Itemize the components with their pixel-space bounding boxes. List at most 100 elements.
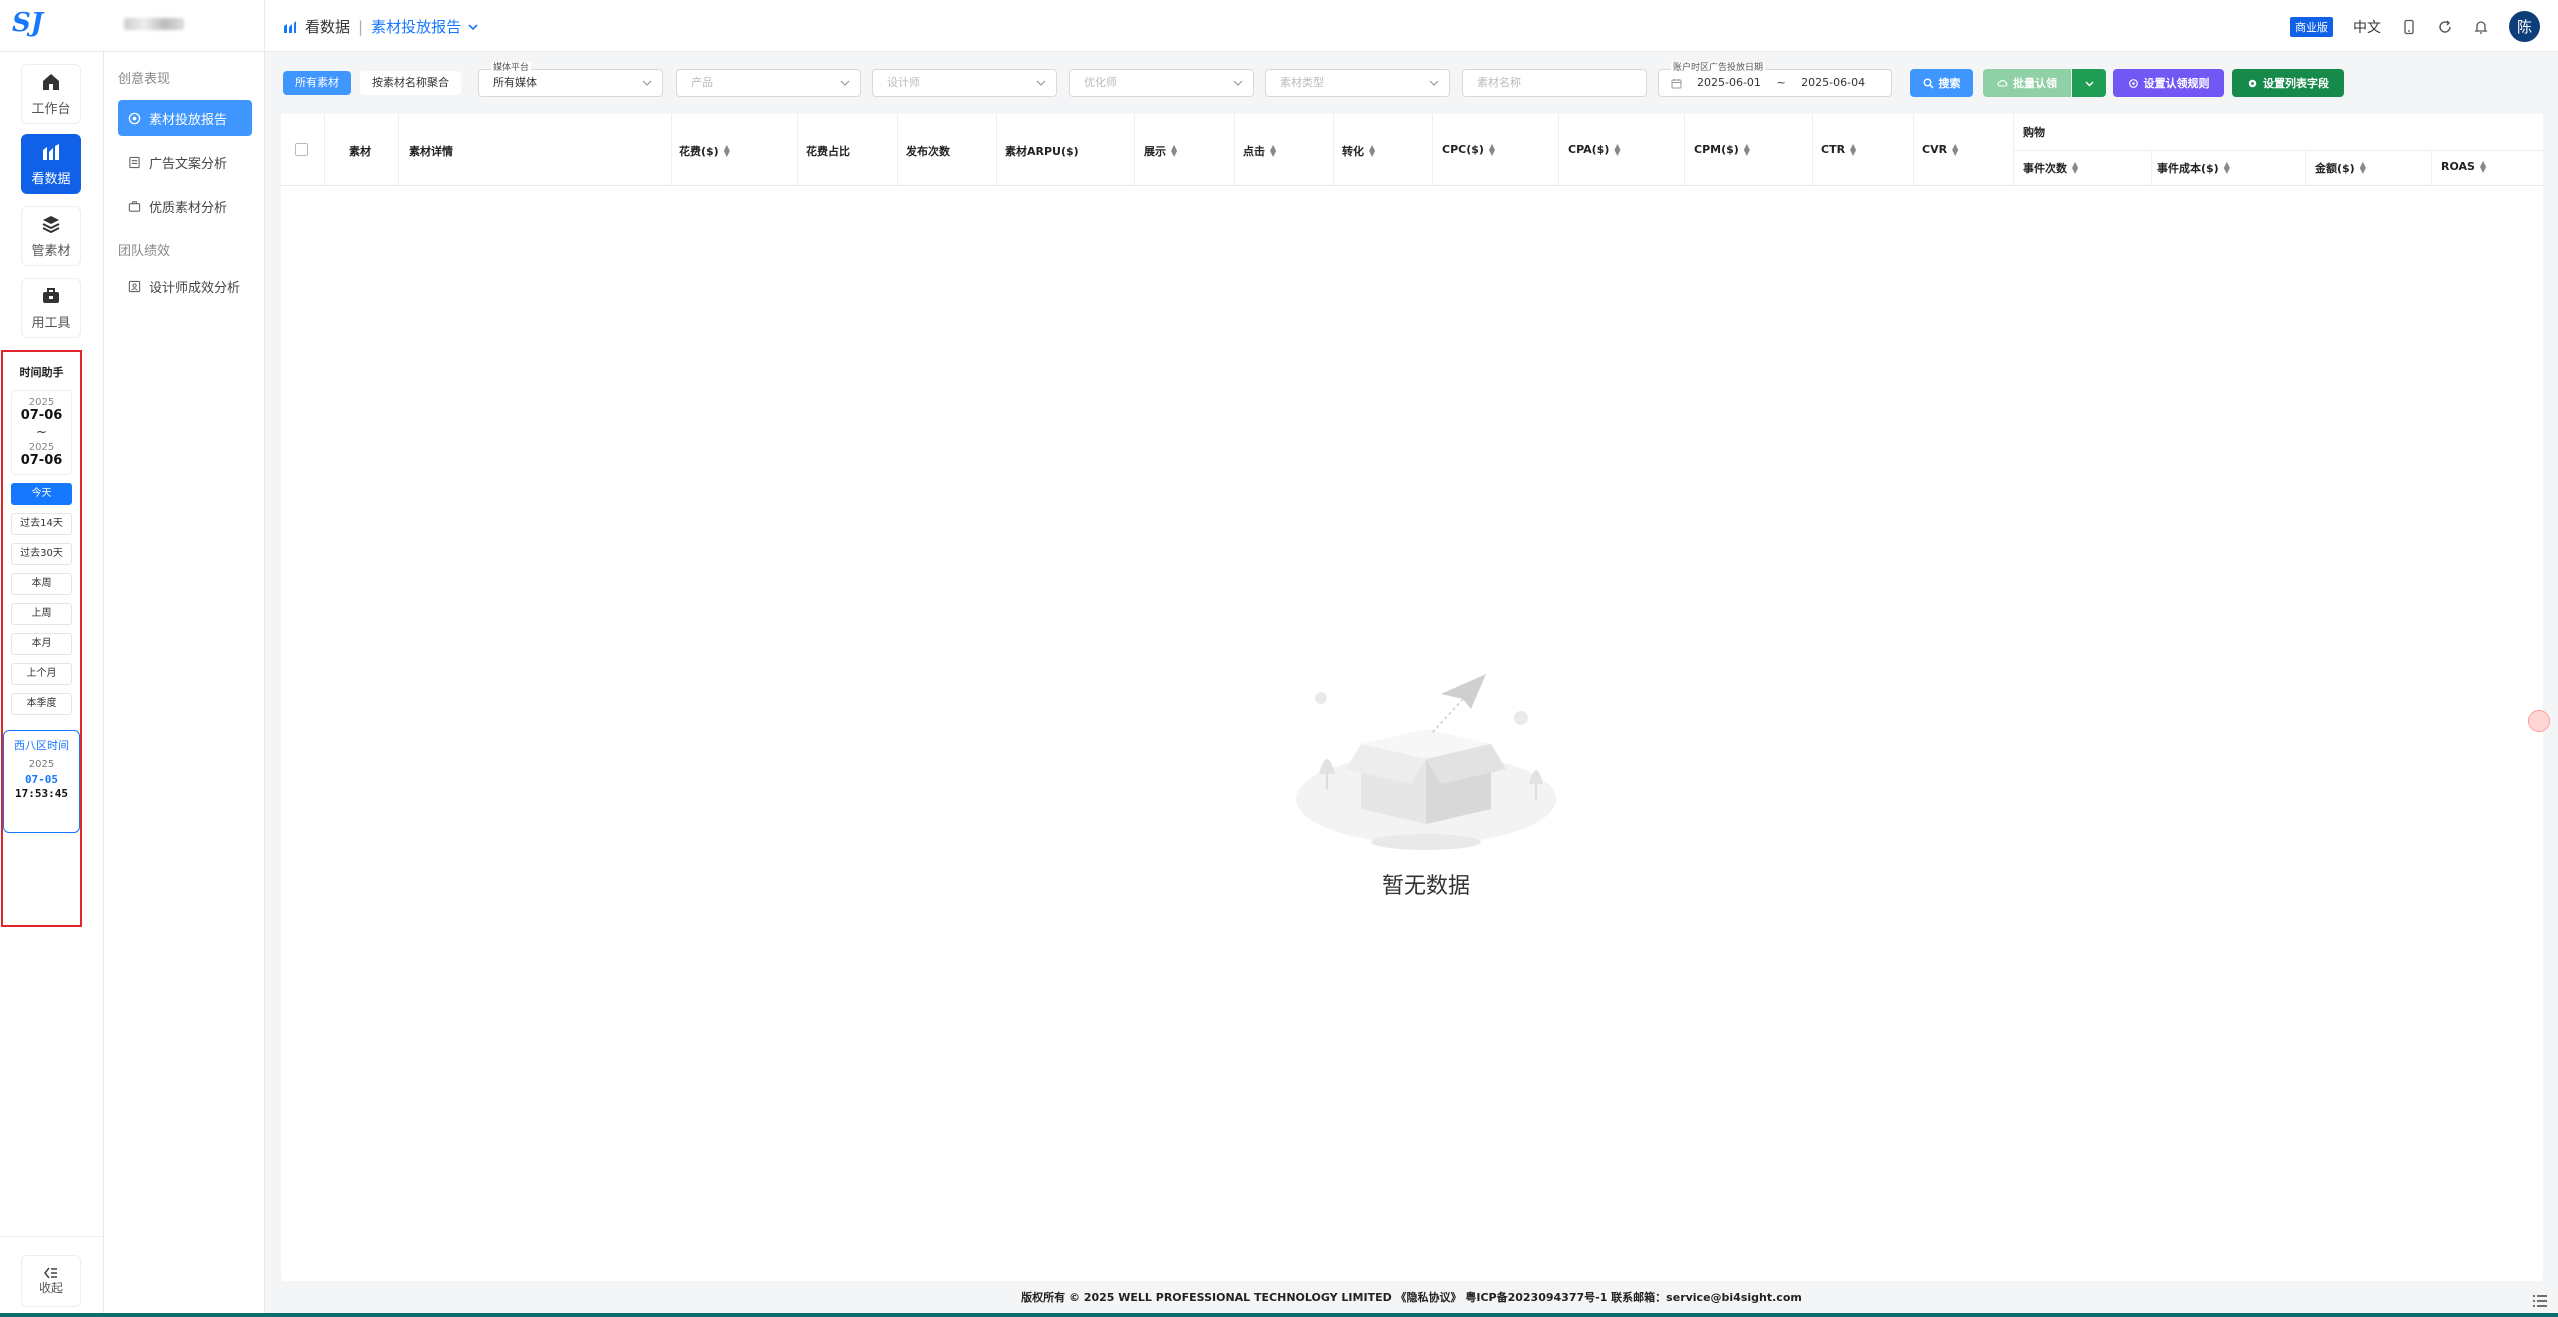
menu-item-material-report[interactable]: 素材投放报告 bbox=[118, 100, 252, 136]
home-icon bbox=[43, 73, 59, 90]
bell-icon[interactable] bbox=[2473, 19, 2489, 35]
search-button[interactable]: 搜索 bbox=[1910, 69, 1973, 97]
chevron-down-icon[interactable] bbox=[467, 21, 479, 33]
list-icon[interactable] bbox=[2532, 1293, 2548, 1309]
menu-item-designer-performance[interactable]: 设计师成效分析 bbox=[118, 268, 252, 304]
column-header-sortable[interactable]: CPC($) ▲ ▼ bbox=[1442, 142, 1495, 156]
column-header-sortable[interactable]: 事件次数 ▲ ▼ bbox=[2023, 160, 2078, 176]
assistant-float-icon[interactable] bbox=[2528, 710, 2550, 732]
refresh-icon[interactable] bbox=[2437, 19, 2453, 35]
breadcrumb-separator: | bbox=[358, 17, 364, 36]
menu-item-quality-material[interactable]: 优质素材分析 bbox=[118, 188, 252, 224]
product-select[interactable]: 产品 bbox=[676, 69, 861, 97]
column-header-sortable[interactable]: CPM($) ▲ ▼ bbox=[1694, 142, 1750, 156]
cloud-icon bbox=[1997, 79, 2008, 87]
secondary-menu: 创意表现 素材投放报告 广告文案分析 优质素材分析 团队绩效 设计师成效分析 bbox=[104, 52, 265, 1317]
rail-item-workbench[interactable]: 工作台 bbox=[21, 64, 81, 124]
tab-group-by-name[interactable]: 按素材名称聚合 bbox=[360, 71, 461, 95]
column-header-sortable[interactable]: 转化 ▲ ▼ bbox=[1342, 143, 1375, 159]
chart-icon bbox=[284, 20, 296, 33]
quick-range-last-week[interactable]: 上周 bbox=[11, 603, 72, 625]
top-header: 看数据 | 素材投放报告 商业版 中文 陈 bbox=[265, 0, 2558, 52]
column-settings-label: 设置列表字段 bbox=[2263, 77, 2329, 90]
briefcase-icon bbox=[128, 200, 141, 212]
sort-icon: ▲ ▼ bbox=[2223, 160, 2230, 175]
rail-item-tools[interactable]: 用工具 bbox=[21, 278, 81, 338]
quick-range-14d[interactable]: 过去14天 bbox=[11, 513, 72, 535]
blurred-org-name bbox=[124, 18, 184, 30]
column-settings-button[interactable]: 设置列表字段 bbox=[2232, 69, 2344, 97]
timezone-time: 17:53:45 bbox=[15, 787, 68, 800]
batch-claim-label: 批量认领 bbox=[2013, 77, 2057, 90]
material-name-input[interactable]: 素材名称 bbox=[1462, 69, 1647, 97]
optimizer-select[interactable]: 优化师 bbox=[1069, 69, 1254, 97]
logo[interactable]: SJ bbox=[12, 8, 44, 40]
sort-icon: ▲ ▼ bbox=[1171, 143, 1178, 158]
collapse-button[interactable]: 收起 bbox=[21, 1255, 81, 1307]
menu-item-label: 素材投放报告 bbox=[149, 112, 228, 128]
quick-range-last-month[interactable]: 上个月 bbox=[11, 663, 72, 685]
quick-range-this-quarter[interactable]: 本季度 bbox=[11, 693, 72, 715]
column-header-sortable[interactable]: 金额($) ▲ ▼ bbox=[2315, 160, 2366, 176]
column-header-sortable[interactable]: 花费($) ▲ ▼ bbox=[679, 143, 730, 159]
timezone-date: 07-05 bbox=[24, 773, 59, 786]
language-switch[interactable]: 中文 bbox=[2353, 17, 2381, 37]
gear-icon bbox=[2128, 78, 2138, 88]
column-header: 素材 bbox=[349, 145, 371, 158]
quick-range-this-week[interactable]: 本周 bbox=[11, 573, 72, 595]
divider bbox=[0, 1236, 104, 1237]
batch-claim-button[interactable]: 批量认领 bbox=[1983, 69, 2071, 97]
rail-item-label: 用工具 bbox=[31, 315, 71, 331]
calendar-icon bbox=[1671, 79, 1682, 89]
platform-select[interactable]: 媒体平台 所有媒体 bbox=[478, 62, 663, 97]
rail-item-label: 看数据 bbox=[31, 171, 71, 187]
breadcrumb-root[interactable]: 看数据 bbox=[305, 16, 350, 37]
end-year: 2025 bbox=[28, 442, 55, 453]
time-helper-range[interactable]: 2025 07-06 ~ 2025 07-06 bbox=[11, 390, 72, 475]
date-end: 2025-06-04 bbox=[1801, 76, 1866, 89]
chevron-down-icon bbox=[642, 80, 652, 86]
header-actions: 商业版 中文 陈 bbox=[2290, 11, 2540, 42]
quick-range-this-month[interactable]: 本月 bbox=[11, 633, 72, 655]
date-tilde: ~ bbox=[1776, 76, 1786, 89]
sort-icon: ▲ ▼ bbox=[1369, 143, 1376, 158]
select-all-checkbox[interactable] bbox=[295, 143, 308, 156]
column-group-header: 购物 bbox=[2023, 126, 2045, 139]
breadcrumb-current[interactable]: 素材投放报告 bbox=[371, 16, 461, 37]
rail-item-label: 管素材 bbox=[31, 243, 71, 259]
chevron-down-icon bbox=[2085, 81, 2093, 86]
footer-copyright: 版权所有 © 2025 WELL PROFESSIONAL TECHNOLOGY… bbox=[1021, 1291, 1802, 1304]
rail-item-data[interactable]: 看数据 bbox=[21, 134, 81, 194]
column-header-sortable[interactable]: 展示 ▲ ▼ bbox=[1144, 143, 1177, 159]
optimizer-placeholder: 优化师 bbox=[1084, 76, 1117, 89]
menu-item-ad-copy[interactable]: 广告文案分析 bbox=[118, 144, 252, 180]
column-header-sortable[interactable]: 事件成本($) ▲ ▼ bbox=[2157, 160, 2230, 176]
chart-icon bbox=[43, 143, 59, 160]
column-header-sortable[interactable]: CPA($) ▲ ▼ bbox=[1568, 142, 1621, 156]
menu-item-label: 优质素材分析 bbox=[149, 200, 228, 216]
column-header-sortable[interactable]: CTR ▲ ▼ bbox=[1821, 142, 1856, 156]
quick-range-today[interactable]: 今天 bbox=[11, 483, 72, 505]
data-table: 素材 素材详情 花费($) ▲ ▼ 花费占比 发布次数 素材ARPU($) 展示 ▲ ▼… bbox=[281, 114, 2543, 1281]
date-range-picker[interactable]: 账户时区广告投放日期 2025-06-01 ~ 2025-06-04 bbox=[1658, 62, 1892, 97]
collapse-label: 收起 bbox=[38, 1280, 63, 1295]
mobile-icon[interactable] bbox=[2401, 19, 2417, 35]
designer-select[interactable]: 设计师 bbox=[872, 69, 1057, 97]
edition-badge: 商业版 bbox=[2290, 16, 2333, 37]
quick-range-30d[interactable]: 过去30天 bbox=[11, 543, 72, 565]
batch-claim-dropdown[interactable] bbox=[2072, 69, 2106, 97]
designer-placeholder: 设计师 bbox=[887, 76, 920, 89]
breadcrumb: 看数据 | 素材投放报告 bbox=[283, 16, 479, 37]
chevron-down-icon bbox=[1429, 80, 1439, 86]
material-type-select[interactable]: 素材类型 bbox=[1265, 69, 1450, 97]
material-name-placeholder: 素材名称 bbox=[1477, 76, 1521, 89]
column-header-sortable[interactable]: ROAS ▲ ▼ bbox=[2441, 159, 2486, 173]
menu-item-label: 设计师成效分析 bbox=[149, 280, 241, 296]
date-start: 2025-06-01 bbox=[1697, 76, 1761, 89]
tab-all-materials[interactable]: 所有素材 bbox=[283, 71, 351, 95]
rail-item-materials[interactable]: 管素材 bbox=[21, 206, 81, 266]
claim-rule-button[interactable]: 设置认领规则 bbox=[2113, 69, 2224, 97]
column-header-sortable[interactable]: 点击 ▲ ▼ bbox=[1243, 143, 1276, 159]
avatar[interactable]: 陈 bbox=[2509, 11, 2540, 42]
column-header-sortable[interactable]: CVR ▲ ▼ bbox=[1922, 142, 1958, 156]
